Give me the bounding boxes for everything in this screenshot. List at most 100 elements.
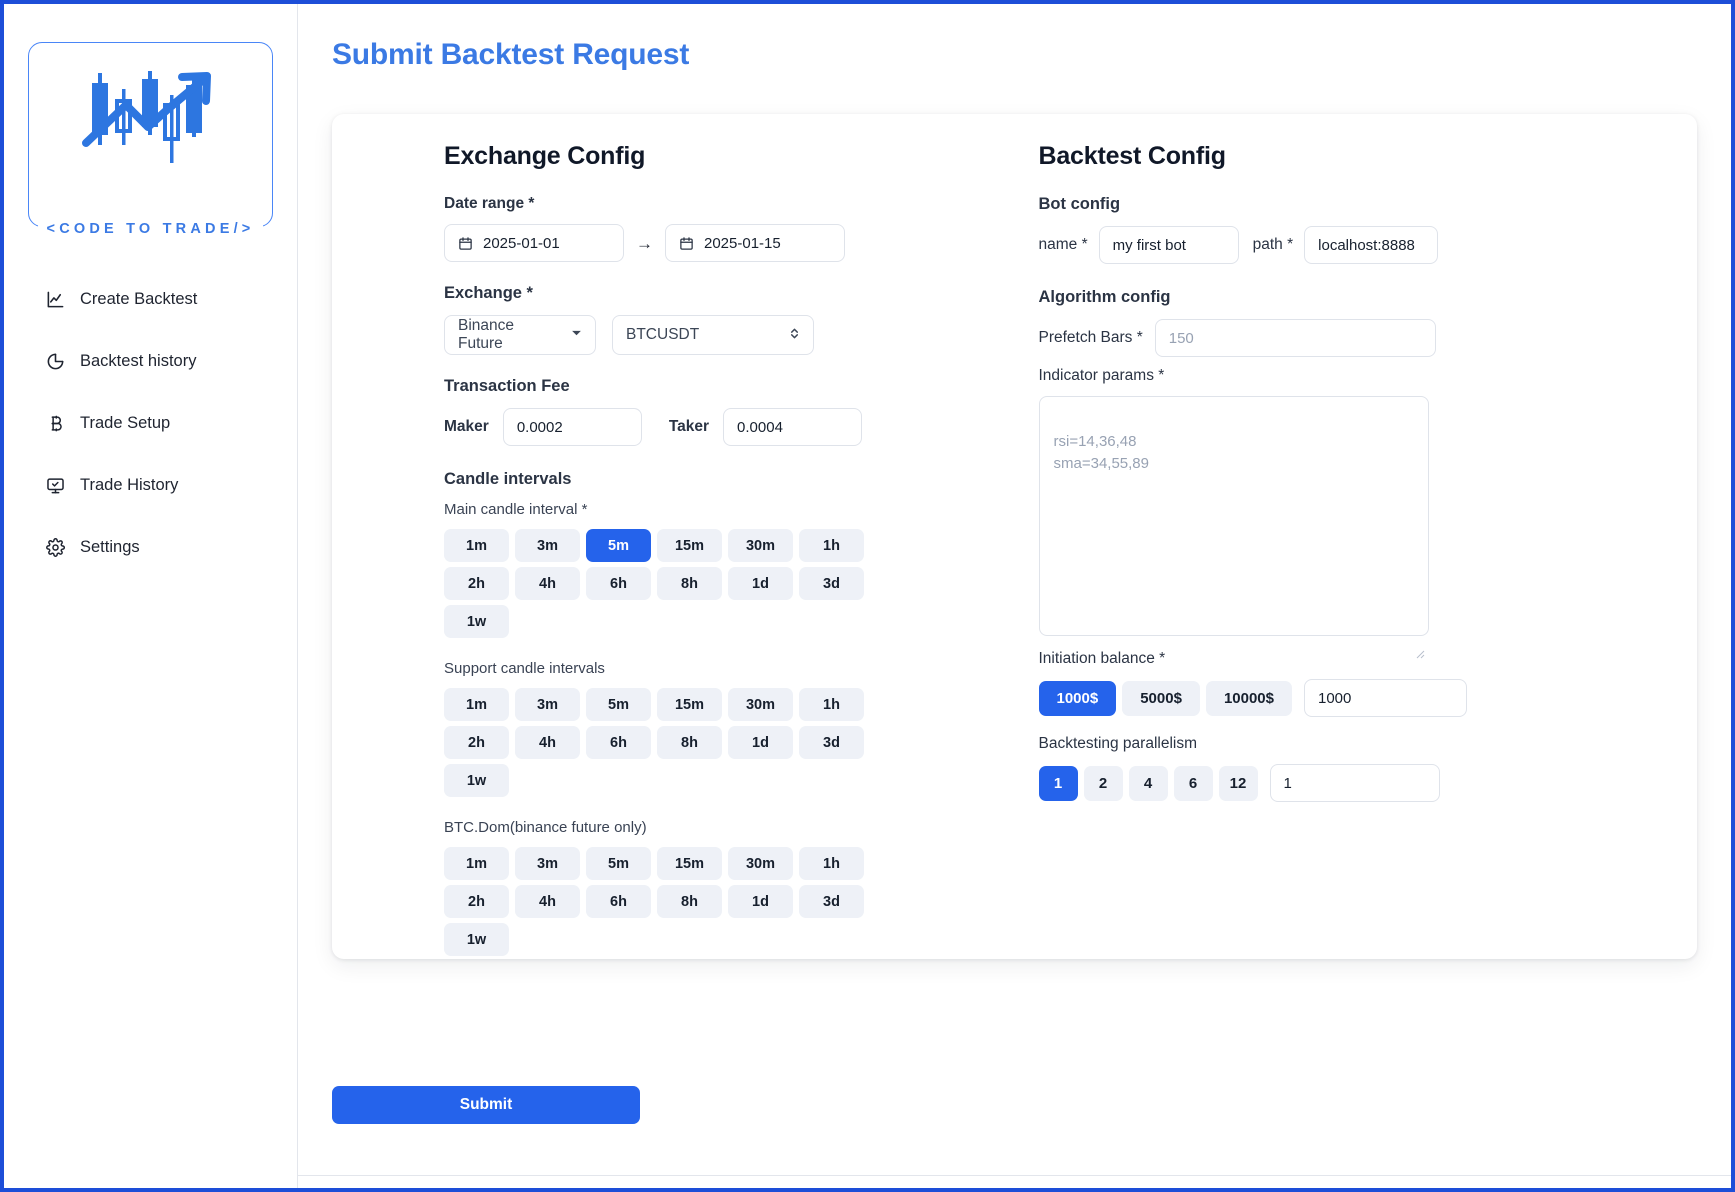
support-interval-5m[interactable]: 5m bbox=[586, 688, 651, 721]
support-interval-8h[interactable]: 8h bbox=[657, 726, 722, 759]
main-interval-3d[interactable]: 3d bbox=[799, 567, 864, 600]
main-interval-4h[interactable]: 4h bbox=[515, 567, 580, 600]
bot-path-input[interactable]: localhost:8888 bbox=[1304, 226, 1438, 264]
support-interval-3m[interactable]: 3m bbox=[515, 688, 580, 721]
sidebar-item-trade-history[interactable]: Trade History bbox=[4, 467, 297, 504]
prefetch-bars-label: Prefetch Bars * bbox=[1039, 329, 1143, 347]
btcdom-interval-1w[interactable]: 1w bbox=[444, 923, 509, 956]
taker-label: Taker bbox=[669, 418, 709, 436]
logo-wordmark: <CODE TO TRADE/> bbox=[38, 221, 264, 237]
support-interval-30m[interactable]: 30m bbox=[728, 688, 793, 721]
indicator-params-label: Indicator params * bbox=[1039, 367, 1658, 385]
bot-name-input[interactable]: my first bot bbox=[1099, 226, 1239, 264]
support-candle-intervals-group[interactable]: 1m3m5m15m30m1h 2h4h6h8h1d3d 1w bbox=[444, 688, 975, 797]
support-interval-15m[interactable]: 15m bbox=[657, 688, 722, 721]
balance-option-5000[interactable]: 5000$ bbox=[1122, 681, 1200, 716]
parallelism-option-1[interactable]: 1 bbox=[1039, 766, 1078, 801]
candle-intervals-title: Candle intervals bbox=[444, 470, 975, 489]
parallelism-custom-input[interactable]: 1 bbox=[1270, 764, 1440, 802]
prefetch-bars-placeholder: 150 bbox=[1169, 330, 1194, 347]
sidebar-item-settings[interactable]: Settings bbox=[4, 529, 297, 566]
bot-path-value: localhost:8888 bbox=[1318, 237, 1415, 254]
main-interval-1d[interactable]: 1d bbox=[728, 567, 793, 600]
support-interval-3d[interactable]: 3d bbox=[799, 726, 864, 759]
initiation-balance-group[interactable]: 1000$5000$10000$ 1000 bbox=[1039, 679, 1658, 717]
parallelism-option-6[interactable]: 6 bbox=[1174, 766, 1213, 801]
main-interval-1w[interactable]: 1w bbox=[444, 605, 509, 638]
main-interval-15m[interactable]: 15m bbox=[657, 529, 722, 562]
btcdom-interval-6h[interactable]: 6h bbox=[586, 885, 651, 918]
bot-name-label: name * bbox=[1039, 236, 1088, 254]
taker-fee-value: 0.0004 bbox=[737, 419, 783, 436]
calendar-icon bbox=[458, 236, 473, 251]
parallelism-option-2[interactable]: 2 bbox=[1084, 766, 1123, 801]
support-interval-1m[interactable]: 1m bbox=[444, 688, 509, 721]
btcdom-interval-1h[interactable]: 1h bbox=[799, 847, 864, 880]
symbol-select-value: BTCUSDT bbox=[626, 326, 699, 344]
main-candle-interval-label: Main candle interval * bbox=[444, 501, 975, 518]
candlestick-chart-logo-icon bbox=[76, 65, 226, 188]
btc-dom-label: BTC.Dom(binance future only) bbox=[444, 819, 975, 836]
parallelism-option-12[interactable]: 12 bbox=[1219, 766, 1258, 801]
main-interval-1m[interactable]: 1m bbox=[444, 529, 509, 562]
sidebar-item-create-backtest[interactable]: Create Backtest bbox=[4, 281, 297, 318]
btcdom-interval-5m[interactable]: 5m bbox=[586, 847, 651, 880]
sidebar-item-label: Trade History bbox=[80, 476, 178, 495]
submit-button[interactable]: Submit bbox=[332, 1086, 640, 1124]
sidebar-item-label: Settings bbox=[80, 538, 140, 557]
calendar-icon bbox=[679, 236, 694, 251]
balance-option-10000[interactable]: 10000$ bbox=[1206, 681, 1292, 716]
main-interval-6h[interactable]: 6h bbox=[586, 567, 651, 600]
main-interval-3m[interactable]: 3m bbox=[515, 529, 580, 562]
main-interval-1h[interactable]: 1h bbox=[799, 529, 864, 562]
balance-custom-input-value: 1000 bbox=[1318, 690, 1351, 707]
btc-dom-intervals-group[interactable]: 1m3m5m15m30m1h 2h4h6h8h1d3d 1w bbox=[444, 847, 975, 956]
parallelism-group[interactable]: 1246121 bbox=[1039, 764, 1658, 802]
support-interval-1d[interactable]: 1d bbox=[728, 726, 793, 759]
main-candle-interval-group[interactable]: 1m3m5m15m30m1h 2h4h6h8h1d3d 1w bbox=[444, 529, 975, 638]
support-interval-2h[interactable]: 2h bbox=[444, 726, 509, 759]
date-end-input[interactable]: 2025-01-15 bbox=[665, 224, 845, 262]
main-interval-8h[interactable]: 8h bbox=[657, 567, 722, 600]
sidebar-item-backtest-history[interactable]: Backtest history bbox=[4, 343, 297, 380]
btcdom-interval-1d[interactable]: 1d bbox=[728, 885, 793, 918]
bot-name-value: my first bot bbox=[1113, 237, 1186, 254]
parallelism-custom-input-value: 1 bbox=[1284, 775, 1292, 792]
support-interval-1w[interactable]: 1w bbox=[444, 764, 509, 797]
taker-fee-input[interactable]: 0.0004 bbox=[723, 408, 862, 446]
line-chart-icon bbox=[46, 290, 65, 309]
maker-fee-input[interactable]: 0.0002 bbox=[503, 408, 642, 446]
btcdom-interval-3m[interactable]: 3m bbox=[515, 847, 580, 880]
gear-icon bbox=[46, 538, 65, 557]
balance-option-1000[interactable]: 1000$ bbox=[1039, 681, 1117, 716]
btcdom-interval-1m[interactable]: 1m bbox=[444, 847, 509, 880]
btcdom-interval-8h[interactable]: 8h bbox=[657, 885, 722, 918]
support-interval-4h[interactable]: 4h bbox=[515, 726, 580, 759]
btcdom-interval-4h[interactable]: 4h bbox=[515, 885, 580, 918]
exchange-config-column: Exchange Config Date range * 2025-01-01 … bbox=[332, 142, 1015, 959]
backtest-config-column: Backtest Config Bot config name * my fir… bbox=[1015, 142, 1698, 959]
btcdom-interval-3d[interactable]: 3d bbox=[799, 885, 864, 918]
btcdom-interval-2h[interactable]: 2h bbox=[444, 885, 509, 918]
date-range-arrow-icon: → bbox=[636, 235, 653, 252]
resize-grip-icon[interactable] bbox=[1415, 622, 1425, 632]
support-interval-6h[interactable]: 6h bbox=[586, 726, 651, 759]
balance-custom-input[interactable]: 1000 bbox=[1304, 679, 1467, 717]
sidebar-item-trade-setup[interactable]: Trade Setup bbox=[4, 405, 297, 442]
exchange-select[interactable]: Binance Future bbox=[444, 315, 596, 355]
date-start-input[interactable]: 2025-01-01 bbox=[444, 224, 624, 262]
backtest-config-title: Backtest Config bbox=[1039, 142, 1658, 171]
btcdom-interval-30m[interactable]: 30m bbox=[728, 847, 793, 880]
prefetch-bars-input[interactable]: 150 bbox=[1155, 319, 1436, 357]
main-interval-30m[interactable]: 30m bbox=[728, 529, 793, 562]
main-interval-5m[interactable]: 5m bbox=[586, 529, 651, 562]
support-candle-intervals-label: Support candle intervals bbox=[444, 660, 975, 677]
symbol-select[interactable]: BTCUSDT bbox=[612, 315, 814, 355]
indicator-params-textarea[interactable]: rsi=14,36,48 sma=34,55,89 bbox=[1039, 396, 1429, 636]
app-window: <CODE TO TRADE/> Create Backtest Backtes… bbox=[0, 0, 1735, 1192]
main-content: Submit Backtest Request Exchange Config … bbox=[298, 4, 1731, 1188]
main-interval-2h[interactable]: 2h bbox=[444, 567, 509, 600]
parallelism-option-4[interactable]: 4 bbox=[1129, 766, 1168, 801]
btcdom-interval-15m[interactable]: 15m bbox=[657, 847, 722, 880]
support-interval-1h[interactable]: 1h bbox=[799, 688, 864, 721]
